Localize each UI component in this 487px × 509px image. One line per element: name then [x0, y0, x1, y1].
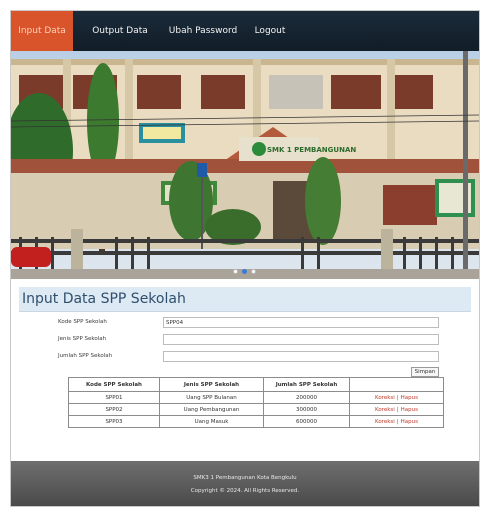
table-row: SPP02 Uang Pembangunan 300000 Koreksi | Ha… [68, 403, 444, 416]
kode-spp-input[interactable]: SPP04 [163, 317, 439, 328]
jenis-spp-input[interactable] [163, 334, 439, 345]
nav-logout[interactable]: Logout [247, 11, 293, 51]
cell-jenis: Uang Pembangunan [159, 403, 264, 416]
jumlah-label: Jumlah SPP Sekolah [58, 353, 113, 359]
nav-input-data[interactable]: Input Data [11, 11, 73, 51]
top-nav: Input Data Output Data Ubah Password Log… [11, 11, 479, 51]
footer: SMK3 1 Pembangunan Kota Bengkulu Copyrig… [11, 461, 479, 506]
col-header-jenis: Jenis SPP Sekolah [159, 377, 264, 392]
cell-aksi: Koreksi | Hapus [349, 403, 444, 416]
nav-output-data[interactable]: Output Data [85, 11, 155, 51]
table-header-row: Kode SPP Sekolah Jenis SPP Sekolah Jumla… [68, 377, 444, 392]
school-building-image: SMK 1 PEMBANGUNAN [11, 51, 479, 279]
school-sign-text: SMK 1 PEMBANGUNAN [267, 146, 356, 154]
page-frame: Input Data Output Data Ubah Password Log… [10, 10, 480, 507]
jenis-label: Jenis SPP Sekolah [58, 336, 107, 342]
cell-jenis: Uang Masuk [159, 415, 264, 428]
table-row: SPP01 Uang SPP Bulanan 200000 Koreksi | Ha… [68, 391, 444, 404]
hapus-link[interactable]: Hapus [401, 395, 418, 401]
cell-kode: SPP03 [68, 415, 160, 428]
school-photo-banner: SMK 1 PEMBANGUNAN [11, 51, 479, 279]
koreksi-link[interactable]: Koreksi [375, 395, 395, 401]
col-header-kode: Kode SPP Sekolah [68, 377, 160, 392]
koreksi-link[interactable]: Koreksi [375, 419, 395, 425]
cell-kode: SPP02 [68, 403, 160, 416]
col-header-jumlah: Jumlah SPP Sekolah [263, 377, 350, 392]
page-title: Input Data SPP Sekolah [22, 291, 186, 307]
slider-dot-active[interactable] [242, 269, 247, 274]
nav-ubah-password[interactable]: Ubah Password [163, 11, 243, 51]
cell-aksi: Koreksi | Hapus [349, 391, 444, 404]
cell-kode: SPP01 [68, 391, 160, 404]
slider-dot[interactable] [233, 269, 238, 274]
footer-school-name: SMK3 1 Pembangunan Kota Bengkulu [193, 475, 297, 481]
form-title-bar: Input Data SPP Sekolah [19, 287, 471, 312]
table-row: SPP03 Uang Masuk 600000 Koreksi | Hapus [68, 415, 444, 428]
cell-jumlah: 600000 [263, 415, 350, 428]
kode-label: Kode SPP Sekolah [58, 319, 107, 325]
hapus-link[interactable]: Hapus [401, 419, 418, 425]
hapus-link[interactable]: Hapus [401, 407, 418, 413]
col-header-aksi [349, 377, 444, 392]
koreksi-link[interactable]: Koreksi [375, 407, 395, 413]
spp-table: Kode SPP Sekolah Jenis SPP Sekolah Jumla… [68, 377, 444, 428]
cell-jenis: Uang SPP Bulanan [159, 391, 264, 404]
footer-copyright: Copyright © 2024. All Rights Reserved. [190, 488, 300, 494]
cell-aksi: Koreksi | Hapus [349, 415, 444, 428]
cell-jumlah: 200000 [263, 391, 350, 404]
jumlah-spp-input[interactable] [163, 351, 439, 362]
cell-jumlah: 300000 [263, 403, 350, 416]
slider-dot[interactable] [251, 269, 256, 274]
simpan-button[interactable]: Simpan [411, 367, 439, 377]
